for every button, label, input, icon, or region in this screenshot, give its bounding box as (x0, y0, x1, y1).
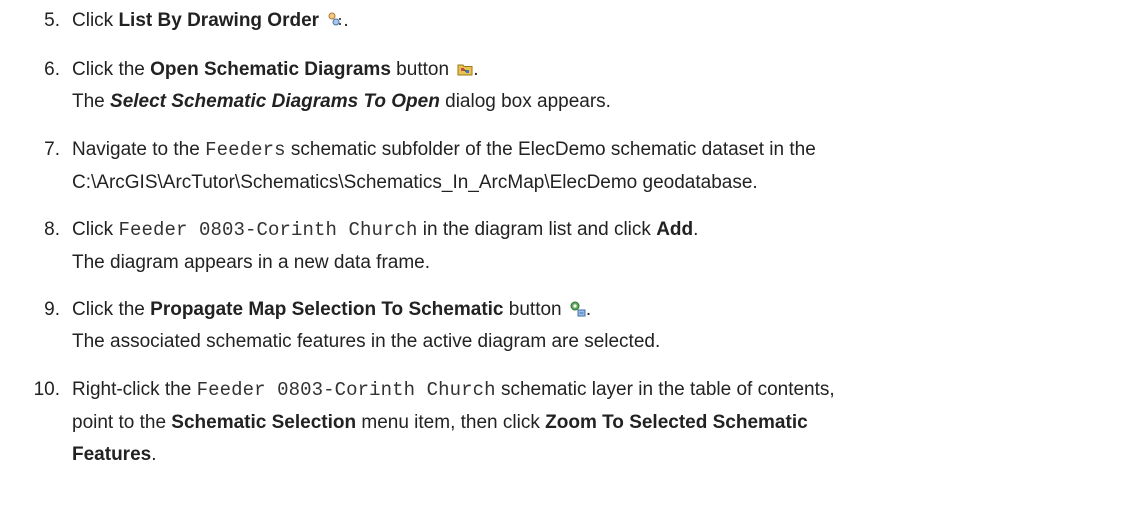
propagate-map-selection-icon (570, 301, 586, 317)
step-line: Navigate to the Feeders schematic subfol… (72, 139, 816, 161)
step-body: Navigate to the Feeders schematic subfol… (72, 138, 1134, 194)
step-line: Click List By Drawing Order . (72, 10, 349, 31)
code-term: Feeder 0803-Corinth Church (196, 379, 496, 401)
ui-term: Features (72, 444, 152, 465)
instruction-document: 5. Click List By Drawing Order . 6. Clic… (0, 0, 1138, 507)
step-line: Click Feeder 0803-Corinth Church in the … (72, 219, 699, 241)
step-body: Click Feeder 0803-Corinth Church in the … (72, 218, 1134, 274)
ui-term: List By Drawing Order (118, 10, 320, 31)
ui-term: Zoom To Selected Schematic (545, 412, 808, 433)
ui-term: Add (656, 219, 694, 240)
step-line: Click the Open Schematic Diagrams button… (72, 59, 479, 80)
step-number: 9. (44, 299, 60, 320)
step-body: Click the Open Schematic Diagrams button… (72, 58, 1134, 113)
ui-term: Propagate Map Selection To Schematic (150, 299, 504, 320)
list-by-drawing-order-icon (328, 12, 342, 26)
step-body: Click List By Drawing Order . (72, 9, 1134, 32)
code-term: Feeder 0803-Corinth Church (118, 219, 418, 241)
step-number: 7. (44, 139, 60, 160)
step-line: C:\ArcGIS\ArcTutor\Schematics\Schematics… (72, 172, 758, 193)
dialog-title: Select Schematic Diagrams To Open (110, 91, 440, 112)
step-body: Right-click the Feeder 0803-Corinth Chur… (72, 378, 1134, 466)
step-line: The Select Schematic Diagrams To Open di… (72, 91, 611, 112)
step-line: Right-click the Feeder 0803-Corinth Chur… (72, 379, 835, 401)
step-body: Click the Propagate Map Selection To Sch… (72, 298, 1134, 353)
ui-term: Schematic Selection (171, 412, 357, 433)
step-line: Features. (72, 444, 157, 465)
step-line: The diagram appears in a new data frame. (72, 252, 431, 273)
step-number: 8. (44, 219, 60, 240)
code-term: Feeders (205, 139, 286, 161)
open-schematic-diagrams-icon (457, 64, 473, 76)
step-line: point to the Schematic Selection menu it… (72, 412, 808, 433)
step-number: 10. (33, 379, 60, 400)
ui-term: Open Schematic Diagrams (150, 59, 391, 80)
step-number: 5. (44, 10, 60, 31)
step-line: The associated schematic features in the… (72, 331, 661, 352)
step-line: Click the Propagate Map Selection To Sch… (72, 299, 592, 320)
step-number: 6. (44, 59, 60, 80)
